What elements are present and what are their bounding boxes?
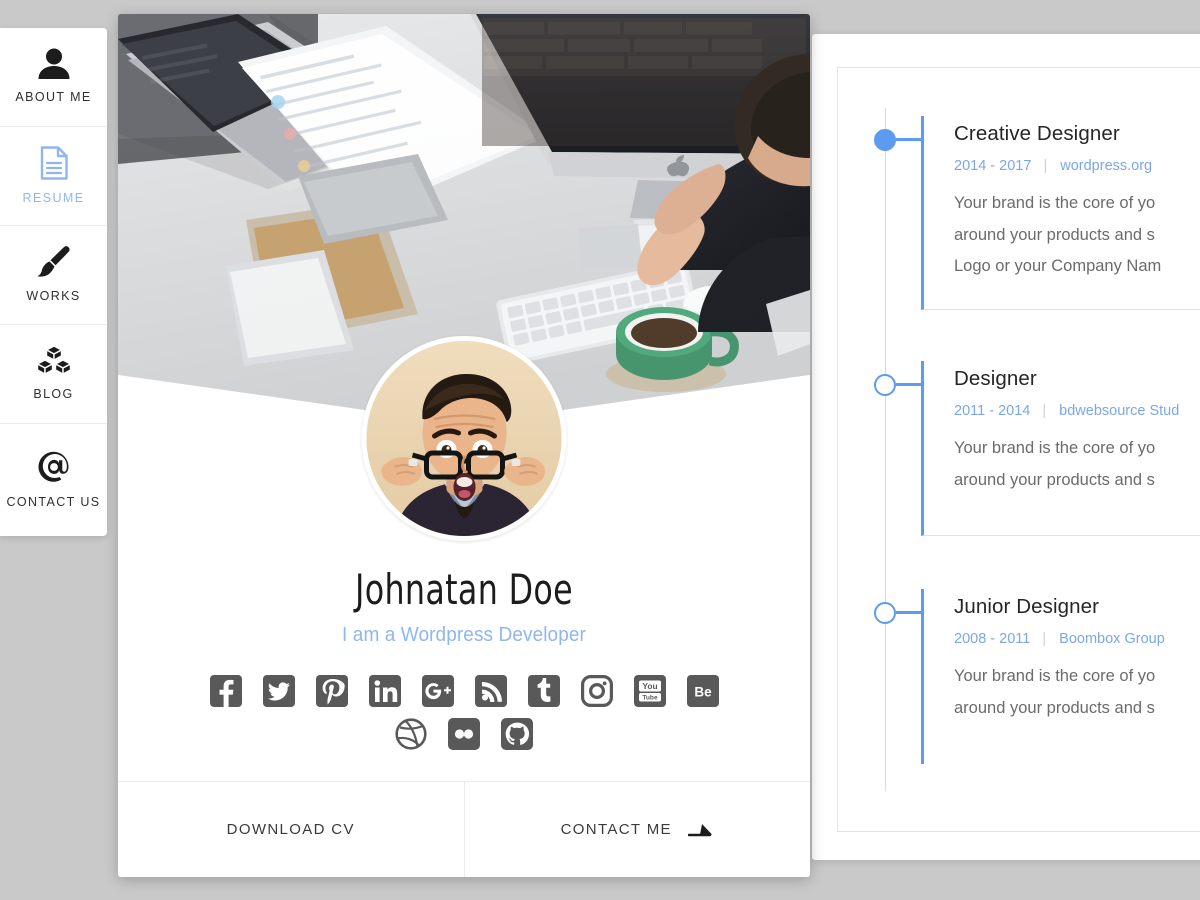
timeline-separator: | [1042, 403, 1047, 419]
timeline-card: Designer 2011 - 2014 | bdwebsource Stud … [921, 361, 1200, 536]
arrow-right-icon [687, 822, 714, 838]
cubes-icon [36, 345, 72, 376]
timeline-separator: | [1042, 631, 1047, 647]
tumblr-icon[interactable] [527, 674, 561, 708]
timeline-marker-filled-icon [874, 129, 896, 151]
page-title: Johnatan Doe [355, 565, 573, 614]
timeline-meta: 2011 - 2014 | bdwebsource Stud [954, 403, 1200, 419]
instagram-icon[interactable] [580, 674, 614, 708]
timeline-card: Creative Designer 2014 - 2017 | wordpres… [921, 116, 1200, 311]
social-row-primary: You Tube Be [118, 674, 810, 708]
timeline-meta: 2014 - 2017 | wordpress.org [954, 158, 1200, 174]
timeline-description: Your brand is the core of yo around your… [954, 188, 1200, 283]
sidebar-item-label: BLOG [33, 387, 74, 402]
description-line: around your products and s [954, 470, 1155, 489]
github-icon[interactable] [500, 717, 534, 751]
timeline-years: 2008 - 2011 [954, 631, 1031, 647]
description-line: Your brand is the core of yo [954, 194, 1156, 212]
profile-role: I am a Wordpress Developer [342, 624, 586, 647]
user-icon [37, 48, 71, 80]
facebook-icon[interactable] [209, 674, 243, 708]
behance-icon[interactable]: Be [686, 674, 720, 708]
avatar [361, 336, 567, 541]
timeline-connector [896, 611, 921, 614]
timeline-organization[interactable]: bdwebsource Stud [1059, 403, 1179, 419]
timeline-years: 2014 - 2017 [954, 158, 1032, 174]
svg-text:You: You [642, 681, 657, 691]
timeline-container: Creative Designer 2014 - 2017 | wordpres… [837, 67, 1200, 832]
social-links: You Tube Be [118, 674, 810, 760]
timeline-job-title: Creative Designer [954, 122, 1120, 145]
description-line: around your products and s [954, 698, 1155, 717]
paintbrush-icon [37, 245, 71, 278]
resume-timeline-panel: Creative Designer 2014 - 2017 | wordpres… [812, 34, 1200, 860]
at-sign-icon [37, 450, 71, 484]
sidebar-item-works[interactable]: WORKS [0, 226, 107, 325]
rss-icon[interactable] [474, 674, 508, 708]
timeline-rail [885, 108, 886, 791]
download-cv-button[interactable]: DOWNLOAD CV [118, 782, 464, 877]
timeline-marker-hollow-icon [874, 374, 896, 396]
social-row-secondary [118, 717, 810, 751]
sidebar-item-about-me[interactable]: ABOUT ME [0, 28, 107, 127]
twitter-icon[interactable] [262, 674, 296, 708]
timeline-marker-hollow-icon [874, 602, 896, 624]
sidebar-item-label: RESUME [22, 190, 85, 205]
linkedin-icon[interactable] [368, 674, 402, 708]
sidebar-item-label: WORKS [26, 288, 81, 303]
svg-text:Tube: Tube [642, 695, 658, 702]
sidebar-item-resume[interactable]: RESUME [0, 127, 107, 226]
sidebar-item-label: CONTACT US [6, 494, 101, 509]
timeline-connector [896, 383, 921, 386]
description-line: around your products and s [954, 225, 1155, 244]
sidebar-item-contact-us[interactable]: CONTACT US [0, 424, 107, 536]
timeline-organization[interactable]: wordpress.org [1060, 158, 1152, 174]
description-line: Logo or your Company Nam [954, 257, 1162, 276]
contact-me-button[interactable]: CONTACT ME [463, 782, 810, 877]
description-line: Your brand is the core of yo [954, 667, 1156, 685]
document-icon [40, 145, 68, 180]
timeline-organization[interactable]: Boombox Group [1059, 631, 1165, 647]
profile-card: Johnatan Doe I am a Wordpress Developer [118, 14, 810, 877]
description-line: Your brand is the core of yo [954, 439, 1156, 457]
download-cv-label: DOWNLOAD CV [226, 821, 355, 838]
sidebar-item-blog[interactable]: BLOG [0, 325, 107, 424]
flickr-icon[interactable] [447, 717, 481, 751]
contact-me-label: CONTACT ME [560, 821, 672, 838]
timeline-description: Your brand is the core of yo around your… [954, 433, 1200, 496]
timeline-connector [896, 138, 921, 141]
timeline-job-title: Junior Designer [954, 595, 1100, 618]
timeline-meta: 2008 - 2011 | Boombox Group [954, 631, 1200, 647]
dribbble-icon[interactable] [394, 717, 428, 751]
timeline-job-title: Designer [954, 367, 1037, 390]
svg-text:Be: Be [694, 685, 712, 700]
left-sidebar-nav: ABOUT ME RESUME WORKS BLOG CONTACT US [0, 28, 107, 536]
profile-action-bar: DOWNLOAD CV CONTACT ME [118, 781, 810, 877]
youtube-icon[interactable]: You Tube [633, 674, 667, 708]
pinterest-icon[interactable] [315, 674, 349, 708]
timeline-separator: | [1043, 158, 1048, 174]
identity-block: Johnatan Doe I am a Wordpress Developer [118, 566, 810, 647]
timeline-years: 2011 - 2014 [954, 403, 1031, 419]
timeline-description: Your brand is the core of yo around your… [954, 661, 1200, 724]
sidebar-item-label: ABOUT ME [15, 90, 92, 105]
timeline-card: Junior Designer 2008 - 2011 | Boombox Gr… [921, 589, 1200, 764]
google-plus-icon[interactable] [421, 674, 455, 708]
